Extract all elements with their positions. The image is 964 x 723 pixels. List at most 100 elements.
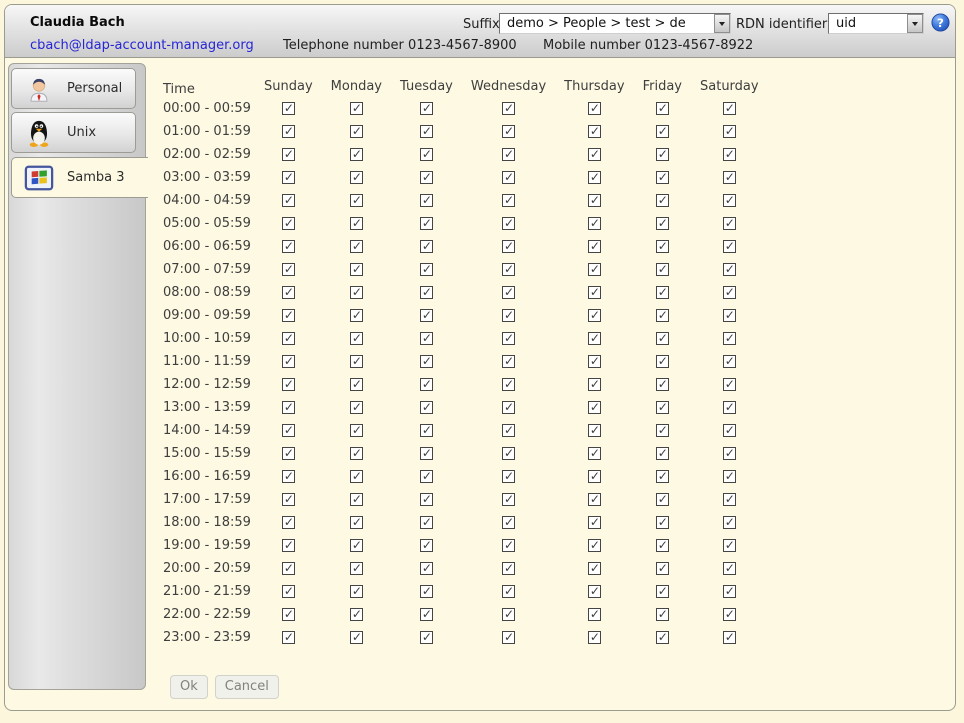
hour-checkbox[interactable]	[502, 562, 515, 575]
hour-checkbox[interactable]	[282, 470, 295, 483]
hour-checkbox[interactable]	[350, 401, 363, 414]
hour-checkbox[interactable]	[350, 608, 363, 621]
hour-checkbox[interactable]	[502, 378, 515, 391]
hour-checkbox[interactable]	[420, 585, 433, 598]
hour-checkbox[interactable]	[350, 631, 363, 644]
hour-checkbox[interactable]	[502, 171, 515, 184]
hour-checkbox[interactable]	[420, 286, 433, 299]
hour-checkbox[interactable]	[588, 378, 601, 391]
hour-checkbox[interactable]	[420, 171, 433, 184]
hour-checkbox[interactable]	[723, 493, 736, 506]
hour-checkbox[interactable]	[502, 263, 515, 276]
hour-checkbox[interactable]	[588, 263, 601, 276]
hour-checkbox[interactable]	[656, 171, 669, 184]
hour-checkbox[interactable]	[350, 148, 363, 161]
hour-checkbox[interactable]	[656, 401, 669, 414]
hour-checkbox[interactable]	[502, 355, 515, 368]
hour-checkbox[interactable]	[656, 424, 669, 437]
hour-checkbox[interactable]	[350, 562, 363, 575]
hour-checkbox[interactable]	[656, 102, 669, 115]
hour-checkbox[interactable]	[282, 263, 295, 276]
hour-checkbox[interactable]	[588, 355, 601, 368]
hour-checkbox[interactable]	[420, 102, 433, 115]
hour-checkbox[interactable]	[350, 585, 363, 598]
hour-checkbox[interactable]	[282, 102, 295, 115]
hour-checkbox[interactable]	[723, 378, 736, 391]
chevron-down-icon[interactable]	[714, 14, 730, 33]
hour-checkbox[interactable]	[656, 470, 669, 483]
hour-checkbox[interactable]	[723, 332, 736, 345]
hour-checkbox[interactable]	[282, 355, 295, 368]
hour-checkbox[interactable]	[502, 539, 515, 552]
hour-checkbox[interactable]	[723, 240, 736, 253]
hour-checkbox[interactable]	[282, 378, 295, 391]
hour-checkbox[interactable]	[282, 585, 295, 598]
hour-checkbox[interactable]	[282, 332, 295, 345]
hour-checkbox[interactable]	[656, 263, 669, 276]
hour-checkbox[interactable]	[588, 332, 601, 345]
hour-checkbox[interactable]	[282, 309, 295, 322]
hour-checkbox[interactable]	[420, 516, 433, 529]
hour-checkbox[interactable]	[350, 309, 363, 322]
hour-checkbox[interactable]	[282, 631, 295, 644]
hour-checkbox[interactable]	[502, 631, 515, 644]
hour-checkbox[interactable]	[502, 286, 515, 299]
hour-checkbox[interactable]	[420, 608, 433, 621]
hour-checkbox[interactable]	[656, 447, 669, 460]
hour-checkbox[interactable]	[420, 148, 433, 161]
hour-checkbox[interactable]	[502, 424, 515, 437]
hour-checkbox[interactable]	[723, 631, 736, 644]
hour-checkbox[interactable]	[350, 447, 363, 460]
hour-checkbox[interactable]	[723, 401, 736, 414]
hour-checkbox[interactable]	[502, 516, 515, 529]
hour-checkbox[interactable]	[656, 240, 669, 253]
hour-checkbox[interactable]	[502, 148, 515, 161]
hour-checkbox[interactable]	[502, 194, 515, 207]
hour-checkbox[interactable]	[656, 309, 669, 322]
help-icon[interactable]: ?	[931, 13, 950, 32]
hour-checkbox[interactable]	[723, 562, 736, 575]
hour-checkbox[interactable]	[420, 355, 433, 368]
hour-checkbox[interactable]	[420, 470, 433, 483]
hour-checkbox[interactable]	[502, 102, 515, 115]
hour-checkbox[interactable]	[282, 217, 295, 230]
hour-checkbox[interactable]	[420, 562, 433, 575]
hour-checkbox[interactable]	[723, 217, 736, 230]
hour-checkbox[interactable]	[282, 286, 295, 299]
hour-checkbox[interactable]	[723, 585, 736, 598]
hour-checkbox[interactable]	[420, 378, 433, 391]
hour-checkbox[interactable]	[502, 608, 515, 621]
hour-checkbox[interactable]	[350, 263, 363, 276]
hour-checkbox[interactable]	[420, 401, 433, 414]
hour-checkbox[interactable]	[350, 516, 363, 529]
hour-checkbox[interactable]	[723, 424, 736, 437]
hour-checkbox[interactable]	[723, 447, 736, 460]
hour-checkbox[interactable]	[588, 125, 601, 138]
tab-unix[interactable]: Unix	[11, 112, 136, 153]
hour-checkbox[interactable]	[588, 516, 601, 529]
hour-checkbox[interactable]	[350, 171, 363, 184]
hour-checkbox[interactable]	[502, 332, 515, 345]
hour-checkbox[interactable]	[723, 286, 736, 299]
hour-checkbox[interactable]	[656, 493, 669, 506]
hour-checkbox[interactable]	[282, 424, 295, 437]
hour-checkbox[interactable]	[420, 217, 433, 230]
hour-checkbox[interactable]	[282, 148, 295, 161]
hour-checkbox[interactable]	[502, 217, 515, 230]
hour-checkbox[interactable]	[723, 608, 736, 621]
hour-checkbox[interactable]	[588, 240, 601, 253]
hour-checkbox[interactable]	[502, 309, 515, 322]
hour-checkbox[interactable]	[656, 355, 669, 368]
hour-checkbox[interactable]	[656, 217, 669, 230]
cancel-button[interactable]: Cancel	[215, 675, 279, 699]
hour-checkbox[interactable]	[282, 608, 295, 621]
hour-checkbox[interactable]	[420, 631, 433, 644]
hour-checkbox[interactable]	[588, 539, 601, 552]
hour-checkbox[interactable]	[588, 309, 601, 322]
hour-checkbox[interactable]	[723, 171, 736, 184]
hour-checkbox[interactable]	[282, 194, 295, 207]
hour-checkbox[interactable]	[656, 194, 669, 207]
hour-checkbox[interactable]	[588, 102, 601, 115]
hour-checkbox[interactable]	[420, 539, 433, 552]
hour-checkbox[interactable]	[282, 562, 295, 575]
